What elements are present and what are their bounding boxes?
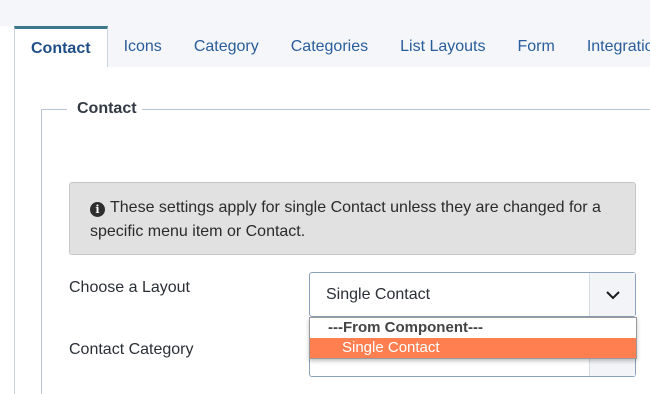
tab-list-layouts[interactable]: List Layouts xyxy=(384,26,501,67)
dropdown-group-label: ---From Component--- xyxy=(328,319,483,336)
tab-icons[interactable]: Icons xyxy=(108,26,178,67)
layout-select[interactable]: Single Contact xyxy=(309,272,636,317)
tab-contact[interactable]: Contact xyxy=(14,26,108,68)
tab-form[interactable]: Form xyxy=(502,26,571,67)
layout-label: Choose a Layout xyxy=(69,279,190,296)
alert-text: These settings apply for single Contact … xyxy=(90,199,601,240)
layout-select-value: Single Contact xyxy=(326,285,431,303)
tab-categories[interactable]: Categories xyxy=(275,26,384,67)
fieldset-border xyxy=(41,109,42,394)
fieldset-legend: Contact xyxy=(77,100,137,117)
dropdown-option-single-contact[interactable]: Single Contact xyxy=(310,338,636,358)
fieldset-border xyxy=(41,109,67,110)
info-alert: i These settings apply for single Contact… xyxy=(69,182,636,255)
info-icon: i xyxy=(90,202,105,217)
top-strip xyxy=(0,0,650,26)
tab-integration[interactable]: Integratio xyxy=(571,26,650,67)
options-page: Contact Icons Category Categories List L… xyxy=(0,0,650,394)
tab-category[interactable]: Category xyxy=(178,26,275,67)
layout-dropdown: ---From Component--- Single Contact xyxy=(309,317,637,359)
chevron-down-icon[interactable] xyxy=(589,273,635,316)
fieldset-border xyxy=(142,109,650,110)
tab-bar: Contact Icons Category Categories List L… xyxy=(14,26,650,68)
category-label: Contact Category xyxy=(69,341,194,358)
